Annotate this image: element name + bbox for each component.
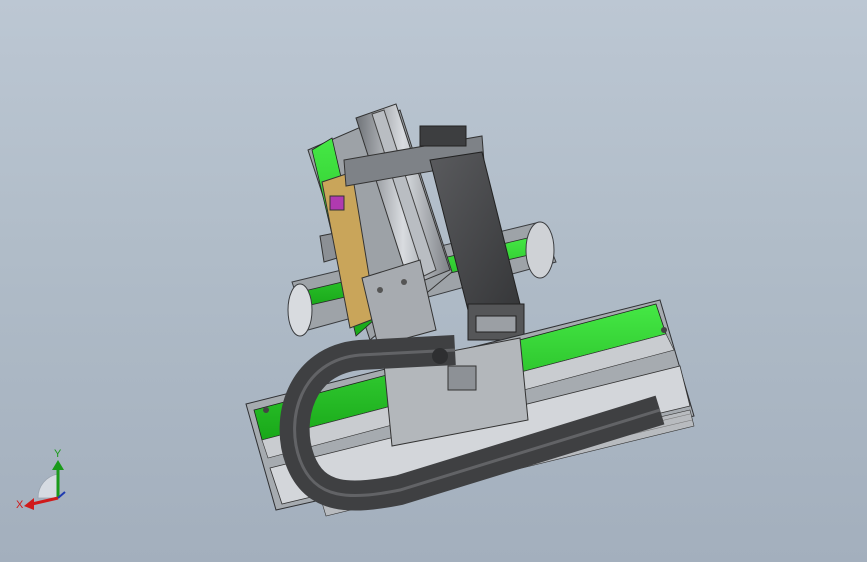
3d-model-linear-stage[interactable] xyxy=(0,0,867,562)
x-axis-label: X xyxy=(16,499,24,511)
x-arrowhead-icon xyxy=(24,498,34,510)
y-arrowhead-icon xyxy=(52,460,64,470)
y-axis-label: Y xyxy=(54,448,62,460)
triad-plane-glyph xyxy=(37,473,59,499)
x-axis-arrow xyxy=(31,496,59,506)
coordinate-triad: Y X xyxy=(16,448,66,511)
graphics-viewport[interactable]: Y X xyxy=(0,0,867,562)
